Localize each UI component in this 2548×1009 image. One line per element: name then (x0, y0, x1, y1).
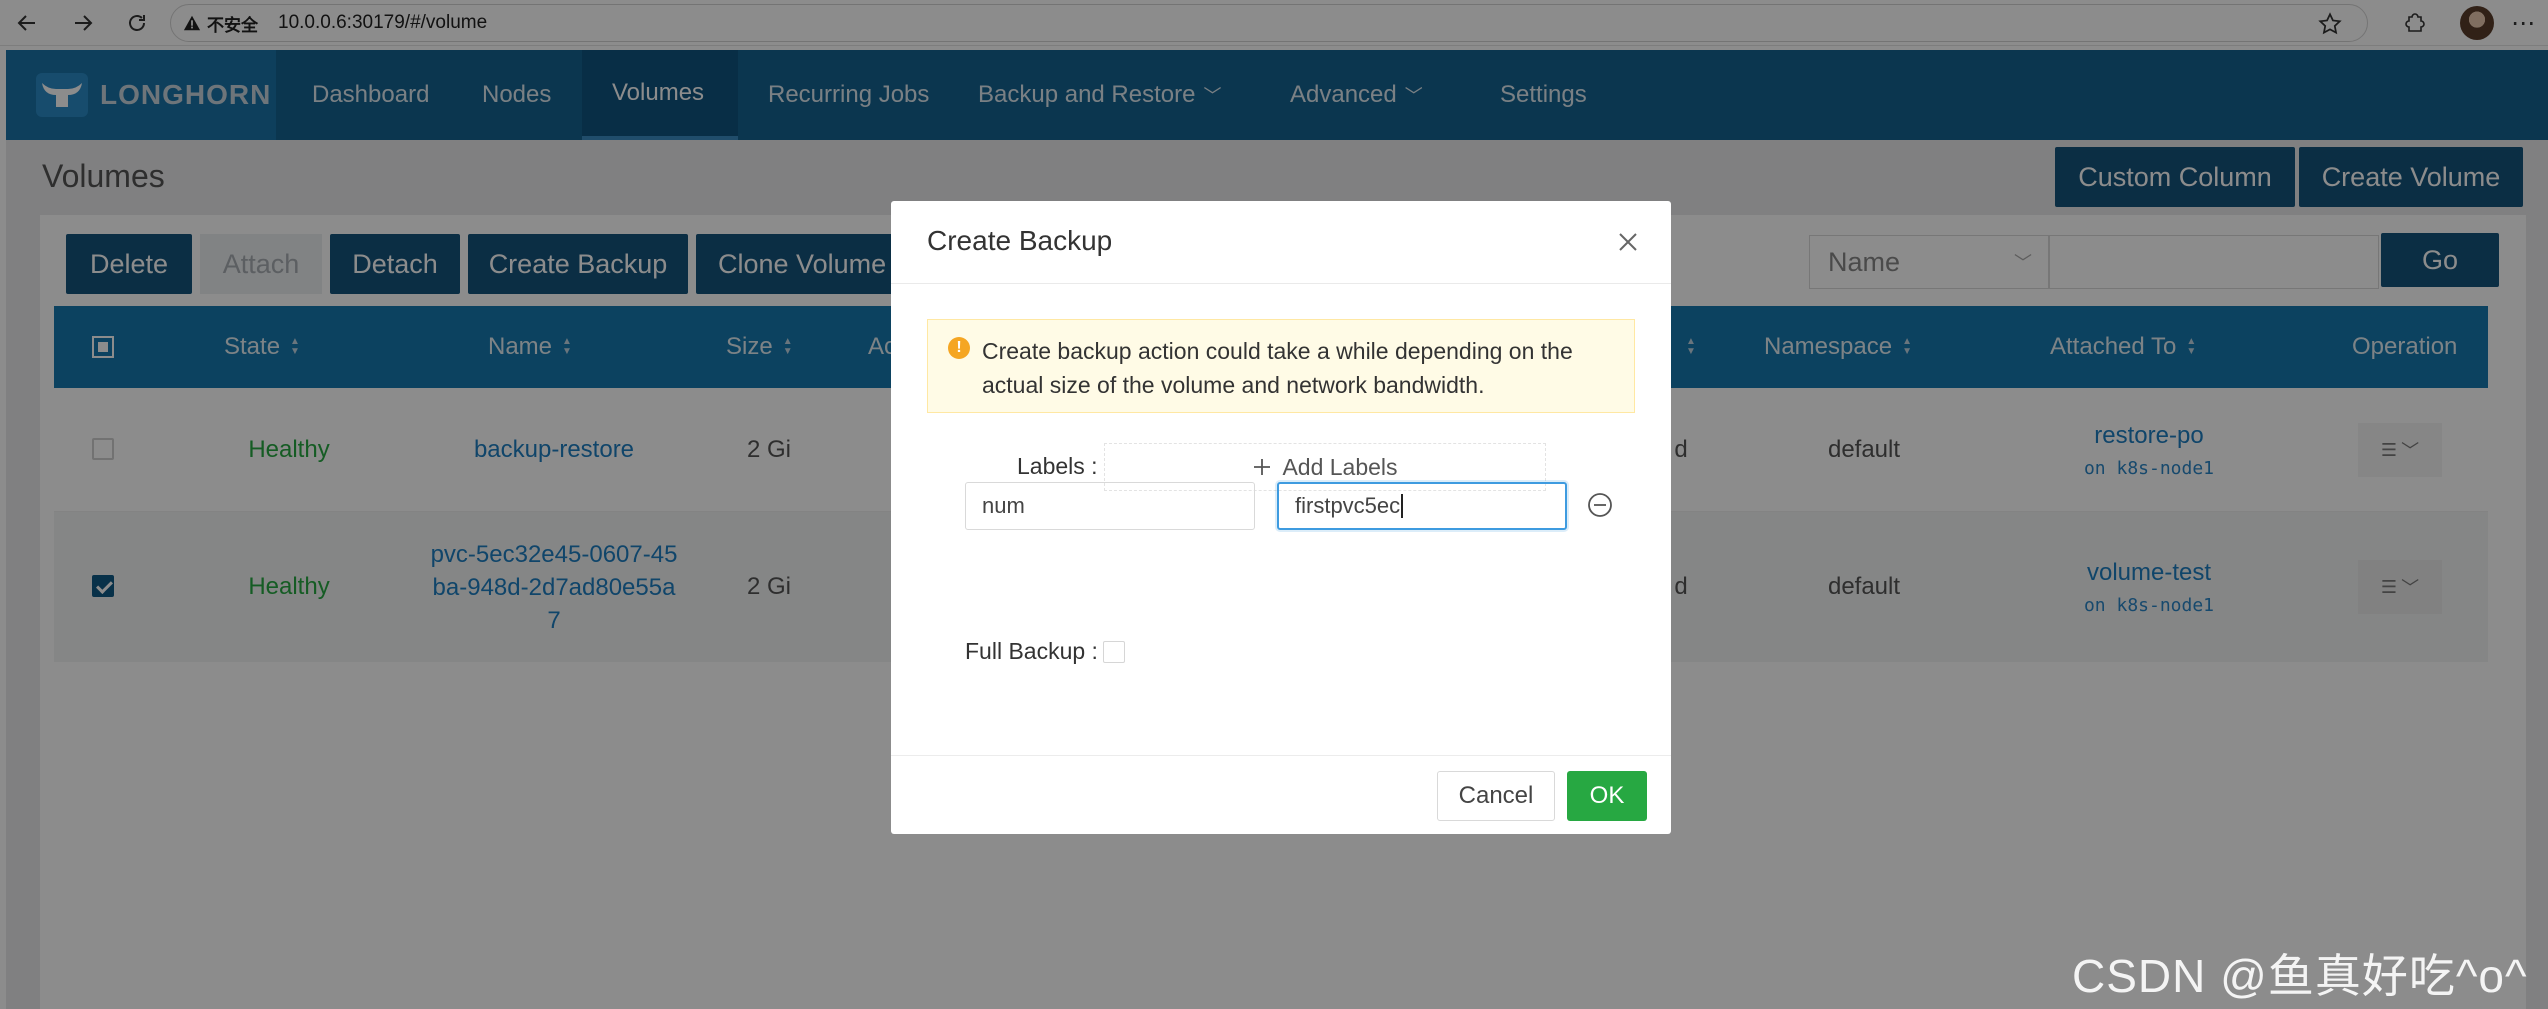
warning-alert: ! Create backup action could take a whil… (927, 319, 1635, 413)
full-backup-label: Full Backup : (965, 638, 1098, 664)
close-icon[interactable] (1613, 227, 1643, 257)
label-value-text: firstpvc5ec (1295, 493, 1401, 518)
label-value-input[interactable]: firstpvc5ec (1277, 482, 1567, 530)
plus-icon (1254, 459, 1271, 475)
alert-line: actual size of the volume and network ba… (982, 372, 1485, 398)
watermark-text: CSDN @鱼真好吃^o^ (2072, 950, 2528, 1002)
add-labels-text: Add Labels (1282, 453, 1398, 480)
alert-line: Create backup action could take a while … (982, 338, 1573, 364)
cancel-button[interactable]: Cancel (1437, 771, 1555, 821)
remove-label-icon[interactable] (1587, 492, 1613, 518)
label-key-input[interactable]: num (965, 482, 1255, 530)
alert-text: Create backup action could take a while … (982, 334, 1573, 402)
modal-divider (891, 283, 1671, 284)
label-key-value: num (982, 493, 1025, 518)
modal-footer-divider (891, 755, 1671, 756)
exclamation-icon: ! (948, 337, 970, 359)
labels-label: Labels : (1017, 453, 1098, 479)
create-backup-modal: Create Backup ! Create backup action cou… (891, 201, 1671, 834)
modal-title: Create Backup (927, 225, 1113, 256)
text-caret (1401, 494, 1404, 518)
ok-button[interactable]: OK (1567, 771, 1647, 821)
full-backup-checkbox[interactable] (1103, 641, 1125, 663)
